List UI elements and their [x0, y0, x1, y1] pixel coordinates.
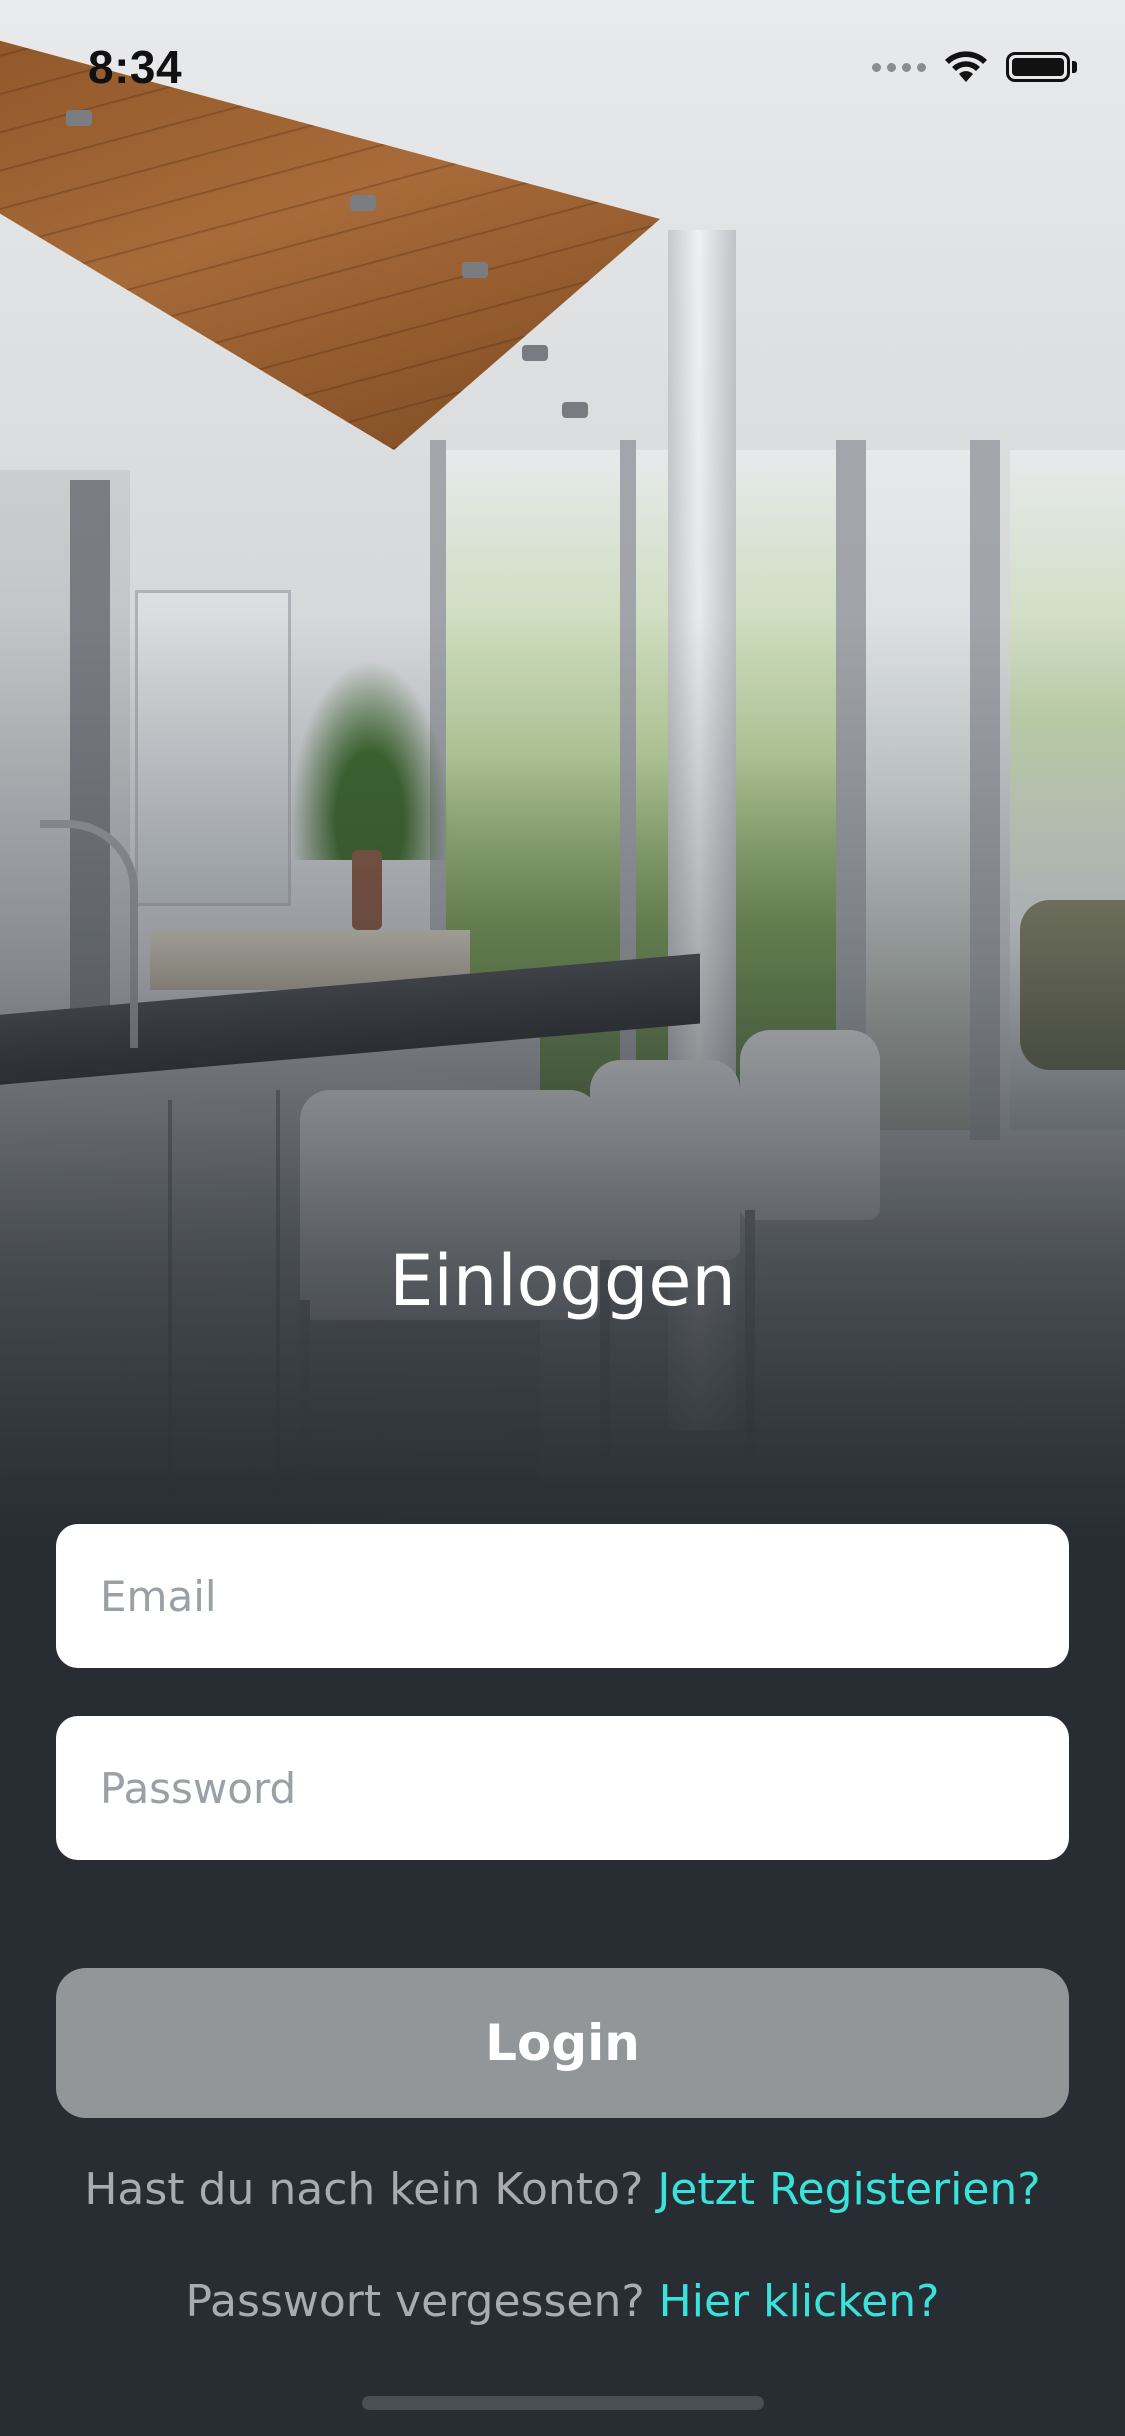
register-link[interactable]: Jetzt Registerien? [657, 2164, 1040, 2215]
wifi-icon [945, 51, 987, 82]
forgot-password-prompt: Passwort vergessen? [185, 2276, 659, 2327]
forgot-password-link[interactable]: Hier klicken? [659, 2276, 940, 2327]
home-indicator[interactable] [362, 2396, 764, 2410]
page-title: Einloggen [389, 1240, 736, 1322]
password-field[interactable] [56, 1716, 1069, 1860]
register-prompt: Hast du nach kein Konto? [84, 2164, 658, 2215]
email-field[interactable] [56, 1524, 1069, 1668]
email-input[interactable] [98, 1570, 1027, 1622]
password-input[interactable] [98, 1762, 1027, 1814]
register-row: Hast du nach kein Konto? Jetzt Registeri… [0, 2164, 1125, 2215]
signal-icon [872, 62, 926, 72]
login-screen: 8:34 Einloggen Login Hast du nach kein K… [0, 0, 1125, 2436]
status-time: 8:34 [88, 41, 183, 93]
battery-icon [1006, 52, 1077, 82]
login-button[interactable]: Login [56, 1968, 1069, 2118]
forgot-password-row: Passwort vergessen? Hier klicken? [0, 2276, 1125, 2327]
status-icons [872, 50, 1077, 84]
